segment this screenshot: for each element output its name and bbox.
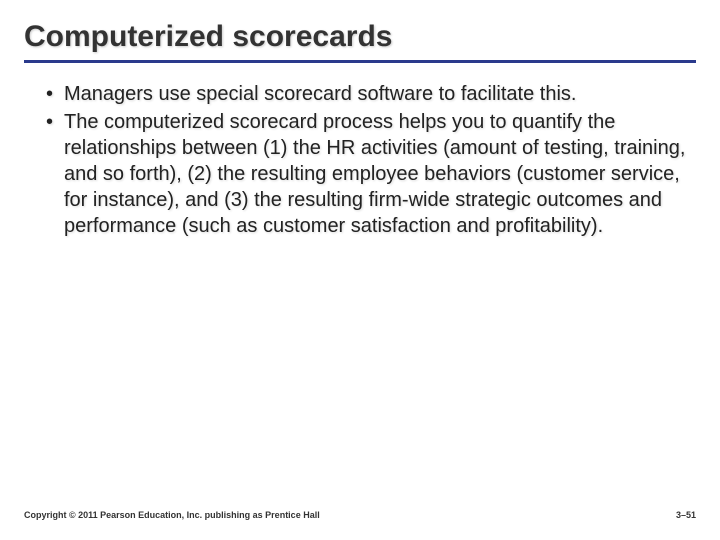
title-underline bbox=[24, 60, 696, 63]
slide-container: Computerized scorecards Managers use spe… bbox=[0, 0, 720, 540]
slide-title: Computerized scorecards bbox=[24, 20, 696, 54]
bullet-item: The computerized scorecard process helps… bbox=[42, 109, 696, 239]
bullet-item: Managers use special scorecard software … bbox=[42, 81, 696, 107]
copyright-text: Copyright © 2011 Pearson Education, Inc.… bbox=[24, 510, 320, 520]
slide-content: Managers use special scorecard software … bbox=[24, 81, 696, 239]
slide-footer: Copyright © 2011 Pearson Education, Inc.… bbox=[24, 510, 696, 520]
page-number: 3–51 bbox=[676, 510, 696, 520]
bullet-list: Managers use special scorecard software … bbox=[42, 81, 696, 239]
